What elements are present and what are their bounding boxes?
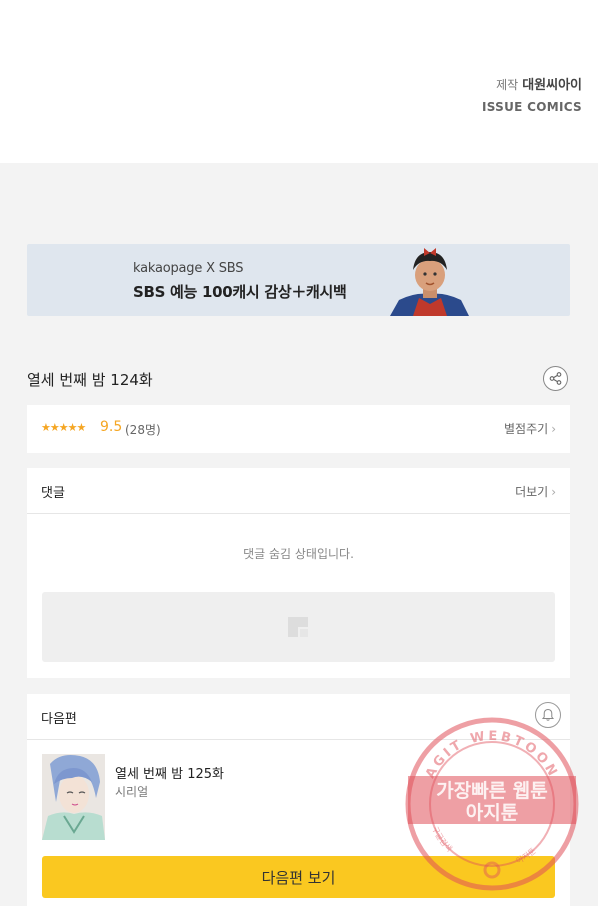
rating-score: 9.5 — [100, 419, 123, 435]
banner-person-image — [390, 248, 469, 316]
comments-header: 댓글 더보기 › — [27, 468, 570, 514]
rating-stars: ★★★★★ — [41, 421, 86, 434]
next-episode-header: 다음편 — [27, 694, 570, 740]
top-credits-area: 제작 대원씨아이 ISSUE COMICS — [0, 0, 598, 163]
comments-more-label: 더보기 — [515, 485, 549, 499]
next-episode-card: 다음편 열세 번째 밤 125화 시리얼 다음편 보기 — [27, 694, 570, 906]
chevron-right-icon: › — [551, 485, 556, 499]
share-button[interactable] — [543, 366, 568, 391]
next-episode-thumbnail[interactable] — [42, 754, 105, 840]
next-episode-button[interactable]: 다음편 보기 — [42, 856, 555, 898]
next-episode-title[interactable]: 열세 번째 밤 125화 — [115, 763, 224, 782]
comments-more-button[interactable]: 더보기 › — [515, 483, 556, 500]
bell-icon — [541, 708, 555, 721]
episode-title: 열세 번째 밤 124화 — [27, 371, 153, 389]
rating-card: ★★★★★ 9.5 (28명) 별점주기 › — [27, 405, 570, 453]
chevron-right-icon: › — [551, 422, 556, 436]
rate-button-label: 별점주기 — [504, 422, 549, 436]
next-episode-category: 시리얼 — [115, 785, 149, 799]
next-section-title: 다음편 — [41, 712, 77, 727]
share-icon — [549, 372, 562, 385]
credits: 제작 대원씨아이 ISSUE COMICS — [482, 76, 582, 117]
banner-title: SBS 예능 100캐시 감상＋캐시백 — [133, 283, 347, 301]
credits-label: 제작 — [496, 78, 519, 92]
ad-placeholder-icon — [288, 617, 308, 637]
banner-subtitle: kakaopage X SBS — [133, 261, 244, 276]
comments-card: 댓글 더보기 › 댓글 숨김 상태입니다. — [27, 468, 570, 678]
credits-studio: 대원씨아이 — [522, 78, 582, 93]
ad-placeholder[interactable] — [42, 592, 555, 662]
promo-banner[interactable]: kakaopage X SBS SBS 예능 100캐시 감상＋캐시백 — [27, 244, 570, 316]
rating-count: (28명) — [125, 423, 161, 437]
notification-button[interactable] — [535, 702, 561, 728]
credits-publisher: ISSUE COMICS — [481, 100, 582, 114]
comments-title: 댓글 — [41, 486, 65, 501]
comments-hidden-message: 댓글 숨김 상태입니다. — [243, 547, 354, 561]
rate-button[interactable]: 별점주기 › — [504, 420, 556, 437]
